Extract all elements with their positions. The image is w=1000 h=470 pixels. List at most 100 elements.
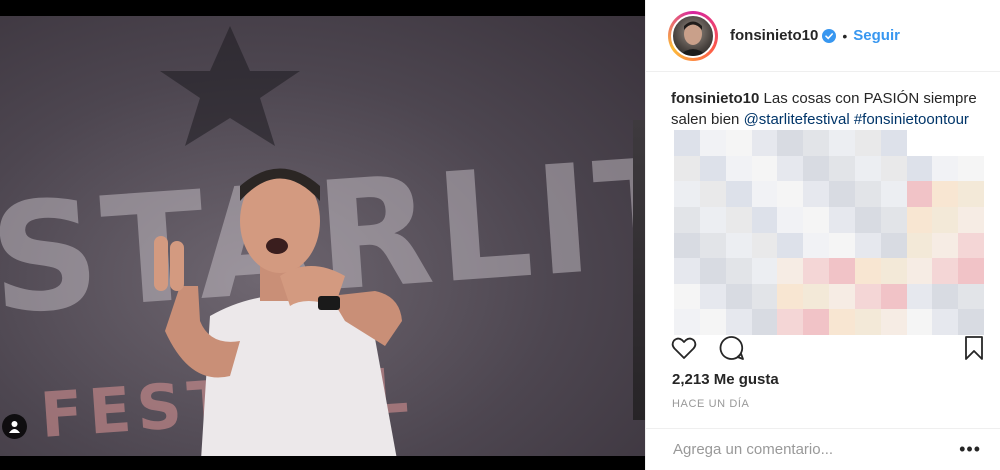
- blurred-pixel: [906, 155, 933, 182]
- blurred-pixel: [674, 155, 700, 182]
- heart-icon[interactable]: [670, 334, 698, 362]
- blurred-pixel: [777, 232, 804, 259]
- comment-bubble-icon[interactable]: [718, 334, 746, 362]
- blurred-pixel: [777, 309, 804, 335]
- comment-input[interactable]: [673, 441, 960, 458]
- blurred-pixel: [777, 206, 804, 233]
- blurred-pixel: [751, 206, 778, 233]
- blurred-pixel: [803, 283, 829, 310]
- blurred-pixel: [803, 309, 829, 335]
- blurred-pixel: [854, 258, 881, 284]
- blurred-pixel: [803, 258, 829, 284]
- blurred-pixel: [958, 181, 984, 207]
- blurred-pixel: [803, 155, 829, 182]
- blurred-pixel: [725, 258, 752, 284]
- blurred-pixel: [674, 258, 700, 284]
- blurred-pixel: [829, 206, 855, 233]
- blurred-pixel: [674, 232, 700, 259]
- blurred-pixel: [777, 130, 804, 156]
- blurred-pixel: [854, 206, 881, 233]
- blurred-pixel: [854, 232, 881, 259]
- blurred-pixel: [880, 258, 907, 284]
- blurred-pixel: [880, 283, 907, 310]
- blurred-pixel: [725, 206, 752, 233]
- blurred-pixel: [906, 258, 933, 284]
- blurred-pixel: [906, 309, 933, 335]
- header-separator: •: [842, 27, 848, 44]
- blurred-pixel: [829, 232, 855, 259]
- photo-edge-shadow: [633, 120, 645, 420]
- avatar[interactable]: [671, 13, 715, 58]
- blurred-pixel: [829, 155, 855, 182]
- comment-form: •••: [646, 428, 1000, 470]
- blurred-pixel: [803, 130, 829, 156]
- blurred-pixel: [699, 155, 726, 182]
- blurred-pixel: [829, 283, 855, 310]
- performer-figure: [154, 168, 402, 456]
- blurred-pixel: [906, 181, 933, 207]
- blurred-pixel: [880, 155, 907, 182]
- blurred-pixel: [725, 283, 752, 310]
- blurred-pixel: [751, 309, 778, 335]
- blurred-pixel: [725, 181, 752, 207]
- blurred-pixel: [880, 130, 907, 156]
- follow-button[interactable]: Seguir: [853, 27, 900, 44]
- blurred-pixel: [958, 283, 984, 310]
- blurred-pixel: [803, 181, 829, 207]
- post-actions: [670, 334, 988, 362]
- blurred-pixel: [880, 181, 907, 207]
- blurred-pixel: [932, 232, 959, 259]
- bookmark-icon[interactable]: [960, 334, 988, 362]
- post-username[interactable]: fonsinieto10: [730, 27, 818, 44]
- blurred-comments: [674, 130, 984, 335]
- blurred-pixel: [751, 232, 778, 259]
- blurred-pixel: [751, 130, 778, 156]
- blurred-pixel: [699, 232, 726, 259]
- blurred-pixel: [958, 130, 984, 156]
- blurred-pixel: [932, 283, 959, 310]
- blurred-pixel: [932, 206, 959, 233]
- like-count[interactable]: 2,213 Me gusta: [672, 371, 779, 388]
- more-options-button[interactable]: •••: [959, 439, 981, 460]
- blurred-pixel: [854, 155, 881, 182]
- blurred-pixel: [699, 283, 726, 310]
- caption-mention[interactable]: @starlitefestival: [744, 111, 850, 128]
- blurred-pixel: [906, 283, 933, 310]
- blurred-pixel: [674, 130, 700, 156]
- blurred-pixel: [932, 309, 959, 335]
- blurred-pixel: [803, 206, 829, 233]
- blurred-pixel: [674, 206, 700, 233]
- blurred-pixel: [880, 232, 907, 259]
- post-timestamp[interactable]: HACE UN DÍA: [672, 398, 750, 410]
- star-decoration: [160, 26, 300, 146]
- post-header: fonsinieto10 • Seguir: [646, 0, 1000, 72]
- blurred-pixel: [699, 206, 726, 233]
- blurred-pixel: [674, 181, 700, 207]
- blurred-pixel: [958, 206, 984, 233]
- blurred-pixel: [958, 232, 984, 259]
- user-tag-icon[interactable]: [2, 414, 27, 439]
- post-sidebar: fonsinieto10 • Seguir fonsinieto10 Las c…: [645, 0, 1000, 470]
- blurred-pixel: [829, 258, 855, 284]
- blurred-pixel: [829, 309, 855, 335]
- blurred-pixel: [674, 283, 700, 310]
- blurred-pixel: [751, 258, 778, 284]
- post-photo[interactable]: STARLITE FESTIVAL: [0, 0, 645, 470]
- blurred-pixel: [854, 130, 881, 156]
- blurred-pixel: [906, 206, 933, 233]
- blurred-pixel: [932, 258, 959, 284]
- avatar-face: [679, 21, 707, 56]
- blurred-pixel: [854, 181, 881, 207]
- blurred-pixel: [699, 130, 726, 156]
- caption-hashtag[interactable]: #fonsinietoontour: [854, 111, 969, 128]
- avatar-story-ring[interactable]: [668, 10, 718, 61]
- blurred-pixel: [674, 309, 700, 335]
- blurred-pixel: [880, 206, 907, 233]
- blurred-pixel: [751, 283, 778, 310]
- blurred-pixel: [751, 155, 778, 182]
- blurred-pixel: [777, 283, 804, 310]
- blurred-pixel: [854, 309, 881, 335]
- caption-username[interactable]: fonsinieto10: [671, 90, 759, 107]
- blurred-pixel: [958, 309, 984, 335]
- verified-badge-icon: [822, 28, 837, 43]
